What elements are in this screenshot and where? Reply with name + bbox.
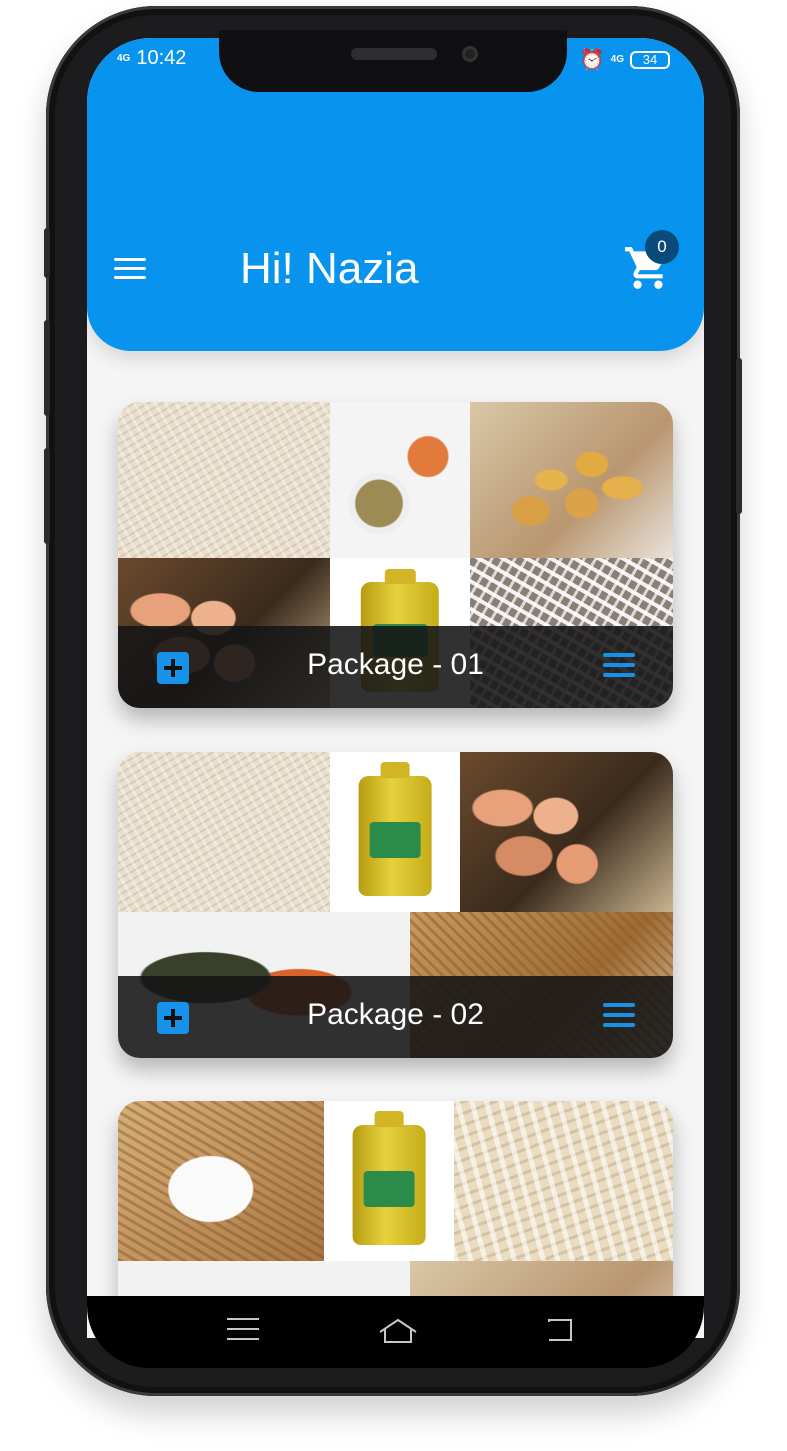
flour-image (118, 1101, 324, 1261)
phone-power-button (736, 358, 742, 514)
phone-volume-down (44, 448, 50, 544)
phone-notch (219, 30, 567, 92)
package-title: Package - 02 (307, 998, 484, 1031)
rice-image (118, 752, 330, 912)
menu-icon[interactable] (114, 258, 148, 284)
status-bar-left: 4G 10:42 (117, 47, 186, 70)
camera-icon (462, 46, 478, 62)
list-icon[interactable] (603, 1003, 635, 1027)
phone-side-button (44, 228, 50, 278)
package-card[interactable]: Package - 01 (118, 402, 673, 708)
package-footer: Package - 01 (118, 626, 673, 708)
eggs-image (460, 752, 673, 912)
cart-count-badge: 0 (645, 230, 679, 264)
battery-icon: 34 (630, 50, 670, 69)
back-icon[interactable] (545, 1316, 577, 1346)
network-indicator-right: 4G (610, 53, 624, 65)
nav-menu-icon[interactable] (227, 1318, 259, 1348)
oil-image (324, 1101, 454, 1261)
greeting-title: Hi! Nazia (240, 244, 419, 293)
status-time: 10:42 (136, 47, 187, 69)
home-icon[interactable] (377, 1316, 419, 1346)
potatoes-image (470, 402, 673, 558)
status-bar-right: ⏰ 4G 34 (580, 47, 670, 72)
package-card[interactable]: Package - 02 (118, 752, 673, 1058)
package-footer: Package - 02 (118, 976, 673, 1058)
app-screen: Hi! Nazia 0 Package - 01 Package - 02 (87, 38, 704, 1338)
oil-image (330, 752, 460, 912)
puffed-rice-image (454, 1101, 673, 1261)
network-indicator: 4G (117, 52, 131, 64)
phone-volume-up (44, 320, 50, 416)
package-title: Package - 01 (307, 648, 484, 681)
system-nav-bar (87, 1296, 704, 1368)
list-icon[interactable] (603, 653, 635, 677)
lentils-image (330, 402, 470, 558)
alarm-icon: ⏰ (579, 49, 605, 71)
rice-image (118, 402, 330, 558)
